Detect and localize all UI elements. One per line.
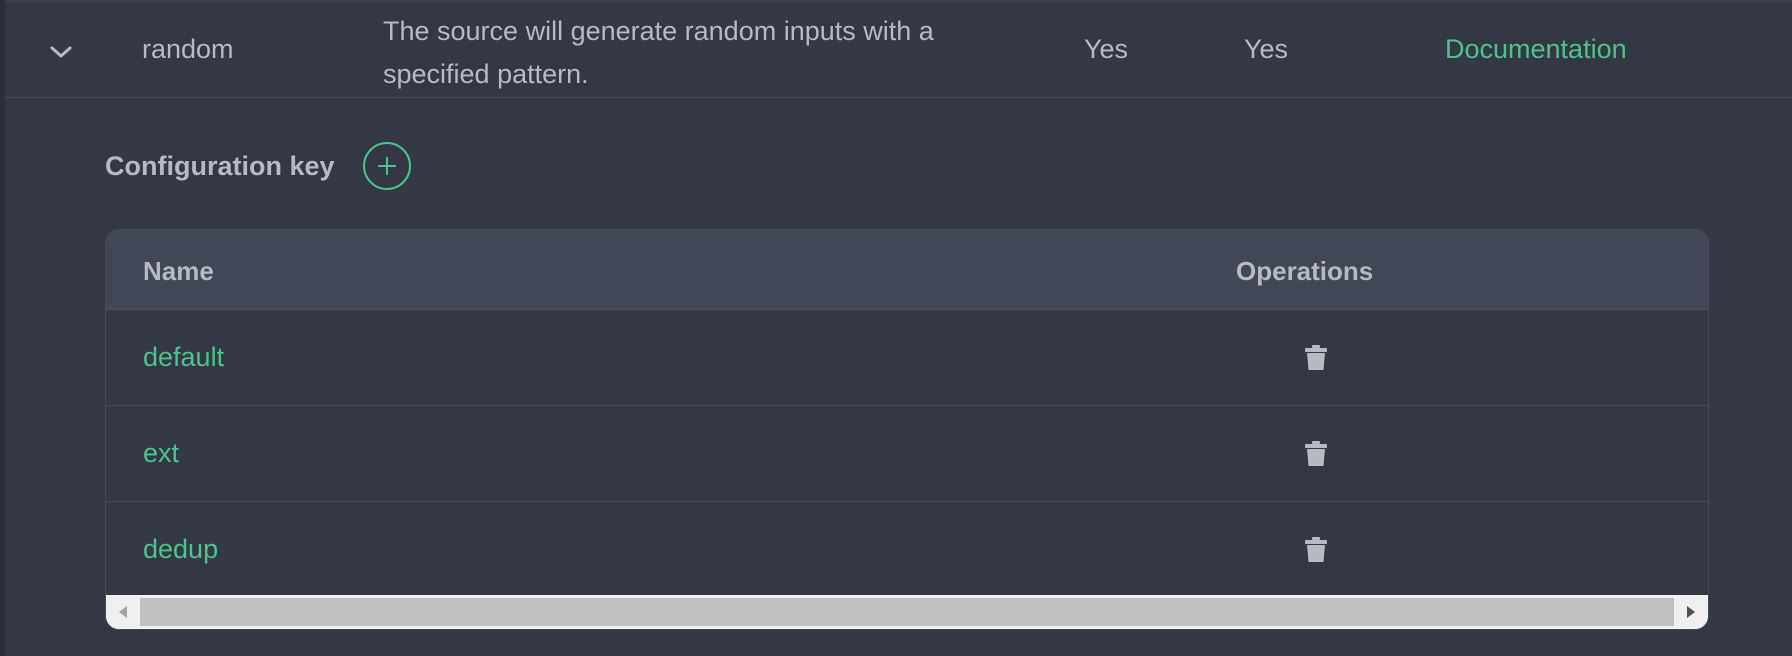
trash-icon: [1305, 345, 1327, 370]
scroll-right-button[interactable]: [1674, 595, 1708, 629]
arrow-left-icon: [119, 606, 127, 618]
scroll-left-button[interactable]: [106, 595, 140, 629]
page: random The source will generate random i…: [0, 0, 1792, 656]
config-key-name[interactable]: dedup: [143, 534, 218, 565]
source-flag-1: Yes: [1084, 34, 1129, 64]
trash-icon: [1305, 537, 1327, 562]
trash-icon: [1305, 441, 1327, 466]
delete-button[interactable]: [1296, 530, 1336, 570]
delete-button[interactable]: [1296, 338, 1336, 378]
config-title: Configuration key: [105, 150, 335, 181]
config-key-table: Name Operations default ext dedup: [105, 229, 1709, 630]
table-row: ext: [106, 406, 1708, 502]
delete-button[interactable]: [1296, 434, 1336, 474]
scrollbar-thumb[interactable]: [140, 598, 1674, 626]
add-config-key-button[interactable]: [362, 142, 411, 190]
table-header: Name Operations: [106, 230, 1708, 310]
column-header-name: Name: [143, 256, 214, 286]
documentation-link[interactable]: Documentation: [1445, 34, 1627, 65]
expand-toggle[interactable]: [41, 32, 81, 72]
left-border: [0, 0, 5, 656]
horizontal-scrollbar[interactable]: [106, 595, 1708, 629]
column-header-operations: Operations: [1236, 256, 1374, 286]
source-description: The source will generate random inputs w…: [383, 16, 934, 89]
table-row: default: [106, 310, 1708, 406]
config-header: Configuration key: [105, 140, 411, 192]
chevron-down-icon: [50, 46, 72, 58]
arrow-right-icon: [1687, 606, 1695, 618]
plus-icon: [377, 157, 396, 175]
source-name: random: [142, 34, 234, 64]
config-key-name[interactable]: default: [143, 342, 224, 373]
source-row: random The source will generate random i…: [5, 2, 1792, 98]
table-row: dedup: [106, 502, 1708, 598]
source-flag-2: Yes: [1244, 34, 1289, 64]
config-key-name[interactable]: ext: [143, 438, 179, 469]
